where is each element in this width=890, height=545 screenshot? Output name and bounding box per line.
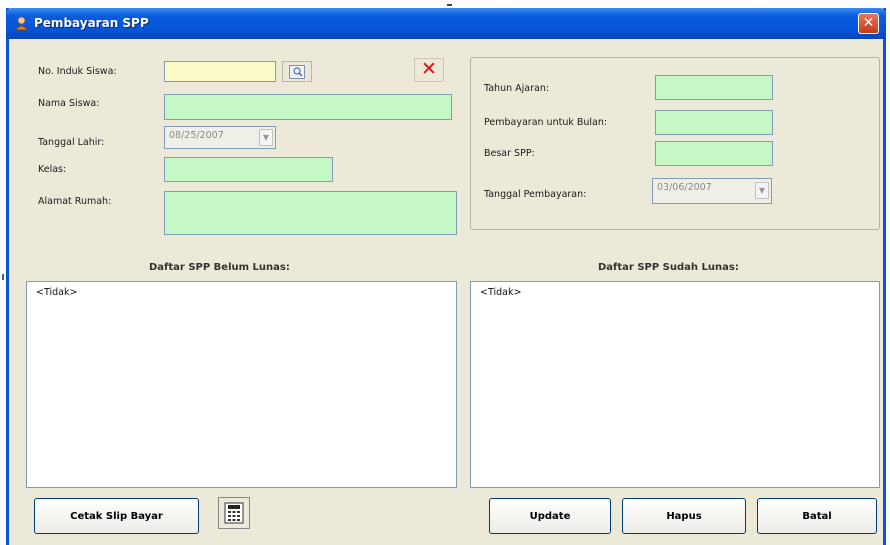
birthdate-label: Tanggal Lahir:: [38, 137, 105, 148]
class-label: Kelas:: [38, 164, 67, 175]
search-icon: [289, 64, 305, 79]
month-label: Pembayaran untuk Bulan:: [484, 117, 608, 128]
list-item[interactable]: <Tidak>: [480, 287, 521, 298]
paid-list-title: Daftar SPP Sudah Lunas:: [598, 262, 739, 273]
address-input[interactable]: [164, 191, 457, 235]
decoration-mark: [447, 4, 452, 6]
payment-date-value: 03/06/2007: [657, 182, 712, 193]
clear-button[interactable]: ✕: [414, 58, 444, 82]
payment-date-picker[interactable]: 03/06/2007 ▼: [652, 178, 772, 204]
user-icon: [14, 16, 29, 31]
window-title: Pembayaran SPP: [34, 16, 149, 30]
year-label: Tahun Ajaran:: [484, 83, 550, 94]
unpaid-list-title: Daftar SPP Belum Lunas:: [149, 262, 290, 273]
birthdate-picker[interactable]: 08/25/2007 ▼: [164, 126, 276, 149]
year-input[interactable]: [655, 75, 773, 100]
fee-label: Besar SPP:: [484, 148, 535, 159]
calculator-button[interactable]: [218, 497, 250, 529]
payment-date-label: Tanggal Pembayaran:: [484, 189, 587, 200]
paid-list[interactable]: <Tidak>: [470, 281, 880, 488]
calculator-icon: [224, 502, 244, 524]
birthdate-value: 08/25/2007: [169, 130, 224, 141]
title-bar[interactable]: Pembayaran SPP: [6, 8, 886, 39]
nis-label: No. Induk Siswa:: [38, 66, 117, 77]
decoration-mark: [2, 274, 4, 280]
class-input[interactable]: [164, 157, 333, 182]
delete-button[interactable]: Hapus: [622, 498, 746, 534]
unpaid-list[interactable]: <Tidak>: [26, 281, 457, 488]
address-label: Alamat Rumah:: [38, 196, 112, 207]
list-item[interactable]: <Tidak>: [36, 287, 77, 298]
close-icon: ✕: [421, 58, 437, 80]
nis-input[interactable]: [164, 61, 276, 82]
fee-input[interactable]: [655, 141, 773, 166]
name-input[interactable]: [164, 94, 452, 120]
month-input[interactable]: [655, 110, 773, 135]
update-button[interactable]: Update: [489, 498, 611, 534]
chevron-down-icon[interactable]: ▼: [259, 129, 273, 146]
cancel-button[interactable]: Batal: [757, 498, 877, 534]
name-label: Nama Siswa:: [38, 98, 100, 109]
window-close-button[interactable]: ✕: [858, 13, 879, 34]
print-slip-button[interactable]: Cetak Slip Bayar: [34, 498, 199, 534]
lookup-button[interactable]: [282, 61, 312, 82]
chevron-down-icon[interactable]: ▼: [755, 182, 769, 199]
